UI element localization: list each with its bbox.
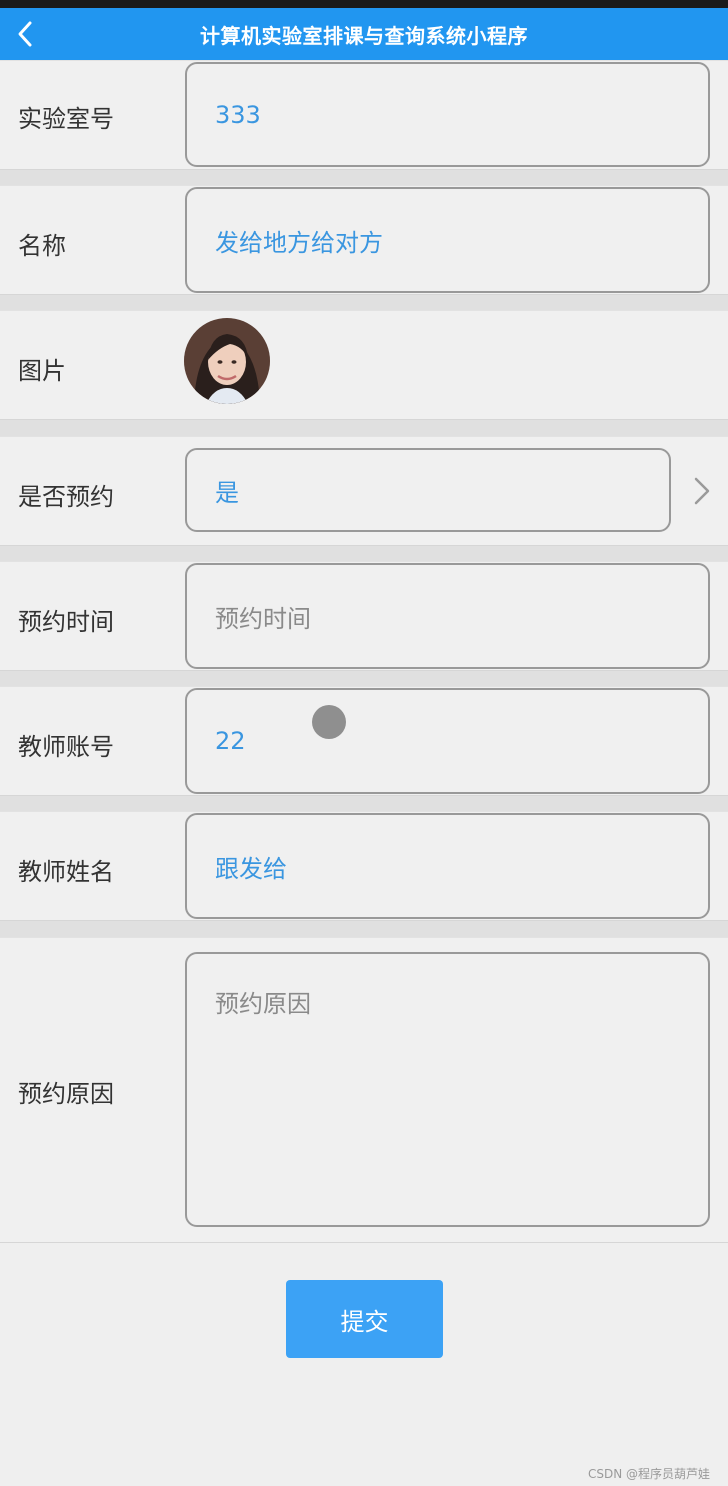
teacher-account-input[interactable]: 22 [185,688,710,794]
teacher-name-label: 教师姓名 [18,858,114,886]
chevron-left-icon [18,21,32,47]
divider [0,295,728,310]
name-input[interactable]: 发给地方给对方 [185,187,710,293]
back-button[interactable] [10,16,40,52]
reason-placeholder: 预约原因 [215,990,311,1018]
reserve-time-input[interactable]: 预约时间 [185,563,710,669]
teacher-name-input[interactable]: 跟发给 [185,813,710,919]
divider [0,671,728,686]
image-avatar[interactable] [184,318,270,404]
lab-no-value: 333 [215,100,261,129]
reason-label: 预约原因 [18,1080,114,1108]
submit-button[interactable]: 提交 [286,1280,443,1358]
name-value: 发给地方给对方 [215,228,383,257]
chevron-right-icon[interactable] [690,474,714,508]
divider [0,170,728,185]
reserved-value: 是 [215,478,239,507]
teacher-account-label: 教师账号 [18,733,114,761]
status-bar [0,0,728,8]
form-row-image: 图片 [0,310,728,420]
divider [0,921,728,937]
touch-indicator [312,705,346,739]
divider [0,796,728,811]
reserved-label: 是否预约 [18,483,114,511]
teacher-name-value: 跟发给 [215,854,287,883]
lab-no-label: 实验室号 [18,105,114,133]
watermark: CSDN @程序员葫芦娃 [588,1467,711,1481]
teacher-account-value: 22 [215,727,246,755]
reserve-time-placeholder: 预约时间 [215,604,311,633]
reserve-time-label: 预约时间 [18,608,114,636]
name-label: 名称 [18,232,66,260]
divider [0,420,728,436]
image-label: 图片 [18,357,66,385]
page-title: 计算机实验室排课与查询系统小程序 [200,23,528,48]
lab-no-input[interactable]: 333 [185,62,710,167]
reserved-select[interactable]: 是 [185,448,671,532]
reason-textarea[interactable]: 预约原因 [185,952,710,1227]
navigation-bar: 计算机实验室排课与查询系统小程序 [0,8,728,60]
divider [0,546,728,561]
avatar-photo [184,318,270,404]
